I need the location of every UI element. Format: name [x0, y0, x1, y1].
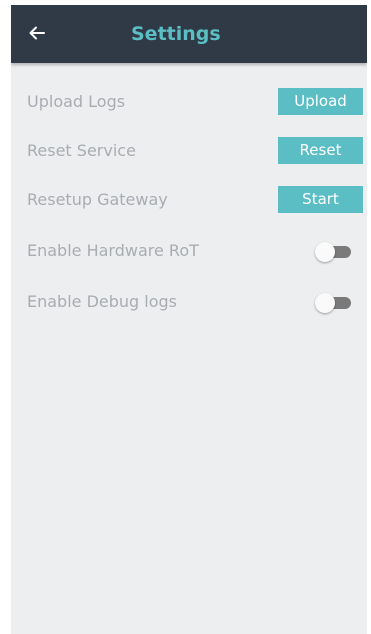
setting-row-resetup-gateway: Resetup Gateway Start [11, 183, 367, 219]
enable-hardware-rot-label: Enable Hardware RoT [27, 241, 199, 260]
arrow-left-icon [29, 26, 45, 40]
start-button[interactable]: Start [278, 186, 363, 213]
app-header: Settings [11, 5, 367, 63]
upload-logs-label: Upload Logs [27, 92, 126, 111]
toggle-knob [315, 293, 335, 313]
reset-button[interactable]: Reset [278, 137, 363, 164]
setting-row-enable-debug-logs: Enable Debug logs [11, 285, 367, 321]
back-button[interactable] [21, 17, 53, 49]
debug-logs-toggle[interactable] [315, 293, 353, 313]
hardware-rot-toggle[interactable] [315, 242, 353, 262]
setting-row-upload-logs: Upload Logs Upload [11, 85, 367, 121]
upload-button[interactable]: Upload [278, 88, 363, 115]
settings-screen: Settings Upload Logs Upload Reset Servic… [11, 5, 367, 634]
resetup-gateway-label: Resetup Gateway [27, 190, 168, 209]
page-title: Settings [131, 23, 221, 45]
setting-row-enable-hardware-rot: Enable Hardware RoT [11, 234, 367, 270]
enable-debug-logs-label: Enable Debug logs [27, 292, 178, 311]
setting-row-reset-service: Reset Service Reset [11, 134, 367, 170]
reset-service-label: Reset Service [27, 141, 136, 160]
toggle-knob [315, 242, 335, 262]
